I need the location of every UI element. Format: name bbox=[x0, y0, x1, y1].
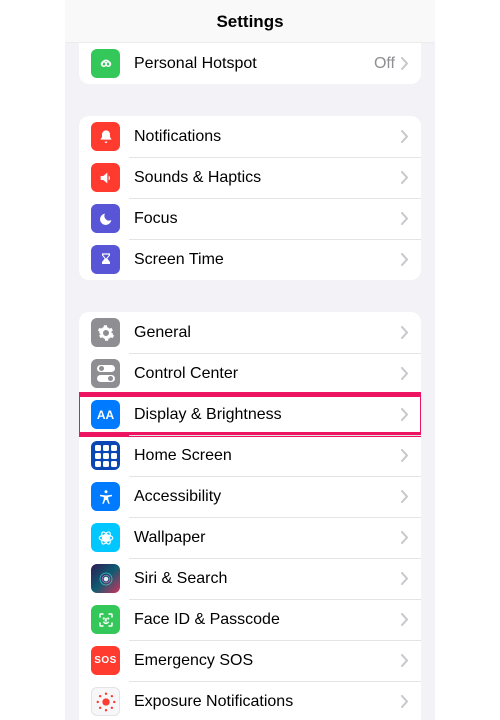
wallpaper-icon bbox=[91, 523, 120, 552]
settings-header: Settings bbox=[65, 0, 435, 43]
row-label: Siri & Search bbox=[134, 570, 401, 588]
row-emergency-sos[interactable]: SOS Emergency SOS bbox=[79, 640, 421, 681]
row-label: Emergency SOS bbox=[134, 652, 401, 670]
settings-group-alerts: Notifications Sounds & Haptics Focus Scr… bbox=[79, 116, 421, 280]
row-label: Wallpaper bbox=[134, 529, 401, 547]
row-focus[interactable]: Focus bbox=[79, 198, 421, 239]
chevron-right-icon bbox=[401, 613, 409, 626]
chevron-right-icon bbox=[401, 531, 409, 544]
row-wallpaper[interactable]: Wallpaper bbox=[79, 517, 421, 558]
row-label: Control Center bbox=[134, 365, 401, 383]
chevron-right-icon bbox=[401, 367, 409, 380]
row-personal-hotspot[interactable]: Personal Hotspot Off bbox=[79, 43, 421, 84]
row-label: General bbox=[134, 324, 401, 342]
screen-time-icon bbox=[91, 245, 120, 274]
row-sounds-haptics[interactable]: Sounds & Haptics bbox=[79, 157, 421, 198]
notifications-icon bbox=[91, 122, 120, 151]
row-label: Focus bbox=[134, 210, 401, 228]
row-screen-time[interactable]: Screen Time bbox=[79, 239, 421, 280]
row-label: Exposure Notifications bbox=[134, 693, 401, 711]
row-accessibility[interactable]: Accessibility bbox=[79, 476, 421, 517]
row-exposure-notifications[interactable]: Exposure Notifications bbox=[79, 681, 421, 720]
exposure-notifications-icon bbox=[91, 687, 120, 716]
row-label: Notifications bbox=[134, 128, 401, 146]
chevron-right-icon bbox=[401, 57, 409, 70]
control-center-icon bbox=[91, 359, 120, 388]
chevron-right-icon bbox=[401, 695, 409, 708]
chevron-right-icon bbox=[401, 572, 409, 585]
row-general[interactable]: General bbox=[79, 312, 421, 353]
general-icon bbox=[91, 318, 120, 347]
personal-hotspot-icon bbox=[91, 49, 120, 78]
row-label: Home Screen bbox=[134, 447, 401, 465]
display-brightness-icon: AA bbox=[91, 400, 120, 429]
row-label: Screen Time bbox=[134, 251, 401, 269]
row-home-screen[interactable]: Home Screen bbox=[79, 435, 421, 476]
siri-icon bbox=[91, 564, 120, 593]
chevron-right-icon bbox=[401, 654, 409, 667]
row-label: Face ID & Passcode bbox=[134, 611, 401, 629]
row-label: Accessibility bbox=[134, 488, 401, 506]
sounds-icon bbox=[91, 163, 120, 192]
settings-group-general: General Control Center AA Display & Brig… bbox=[79, 312, 421, 720]
row-notifications[interactable]: Notifications bbox=[79, 116, 421, 157]
chevron-right-icon bbox=[401, 171, 409, 184]
chevron-right-icon bbox=[401, 408, 409, 421]
accessibility-icon bbox=[91, 482, 120, 511]
home-screen-icon bbox=[91, 441, 120, 470]
row-control-center[interactable]: Control Center bbox=[79, 353, 421, 394]
row-label: Display & Brightness bbox=[134, 406, 401, 424]
row-face-id-passcode[interactable]: Face ID & Passcode bbox=[79, 599, 421, 640]
row-display-brightness[interactable]: AA Display & Brightness bbox=[79, 394, 421, 435]
chevron-right-icon bbox=[401, 490, 409, 503]
chevron-right-icon bbox=[401, 212, 409, 225]
chevron-right-icon bbox=[401, 253, 409, 266]
face-id-icon bbox=[91, 605, 120, 634]
row-label: Personal Hotspot bbox=[134, 55, 374, 73]
chevron-right-icon bbox=[401, 449, 409, 462]
chevron-right-icon bbox=[401, 130, 409, 143]
sos-icon: SOS bbox=[91, 646, 120, 675]
settings-group-connectivity: Personal Hotspot Off bbox=[79, 43, 421, 84]
row-label: Sounds & Haptics bbox=[134, 169, 401, 187]
row-detail: Off bbox=[374, 55, 395, 73]
page-title: Settings bbox=[65, 12, 435, 32]
row-siri-search[interactable]: Siri & Search bbox=[79, 558, 421, 599]
chevron-right-icon bbox=[401, 326, 409, 339]
focus-icon bbox=[91, 204, 120, 233]
